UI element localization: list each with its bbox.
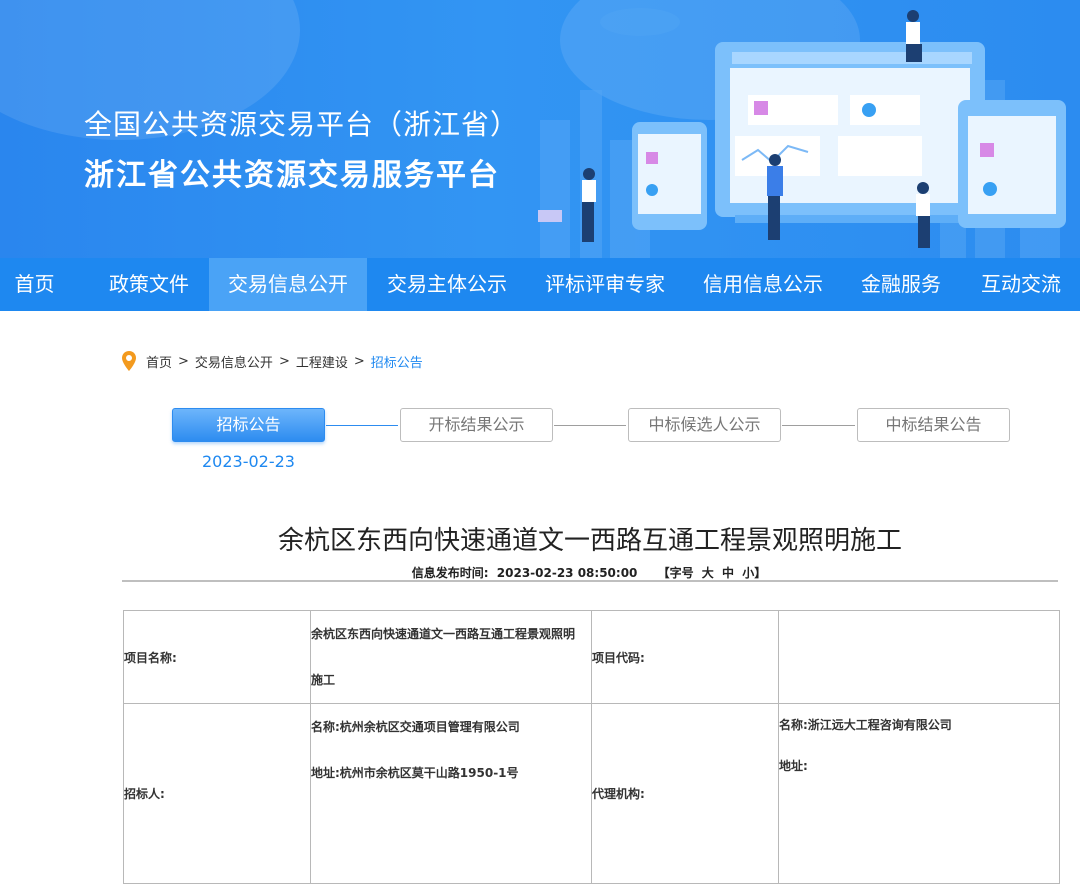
project-info-table: 项目名称: 余杭区东西向快速通道文一西路互通工程景观照明 施工 项目代码: 招标… — [123, 610, 1060, 884]
banner-title-provincial: 浙江省公共资源交易服务平台 — [84, 158, 500, 193]
nav-item-interaction[interactable]: 互动交流 — [981, 258, 1080, 311]
project-name-label: 项目名称: — [123, 610, 311, 704]
step-connector — [554, 425, 626, 426]
font-size-control: 【字号 大 中 小】 — [656, 566, 769, 580]
article-title: 余杭区东西向快速通道文一西路互通工程景观照明施工 — [277, 526, 902, 556]
header-banner: 全国公共资源交易平台（浙江省） 浙江省公共资源交易服务平台 — [0, 0, 1080, 258]
agency-name: 名称:浙江远大工程咨询有限公司 — [779, 718, 952, 732]
nav-item-policy[interactable]: 政策文件 — [109, 258, 189, 311]
breadcrumb-current[interactable]: 招标公告 — [371, 352, 423, 371]
nav-item-home[interactable]: 首页 — [0, 258, 69, 311]
title-divider — [122, 580, 1058, 582]
breadcrumb-separator: > — [278, 353, 290, 369]
nav-item-experts[interactable]: 评标评审专家 — [545, 258, 665, 311]
main-nav: 首页 政策文件 交易信息公开 交易主体公示 评标评审专家 信用信息公示 金融服务… — [0, 258, 1080, 311]
font-size-label: 【字号 — [657, 566, 694, 580]
breadcrumb: 首页 > 交易信息公开 > 工程建设 > 招标公告 — [122, 350, 423, 372]
step-candidates[interactable]: 中标候选人公示 — [628, 408, 781, 442]
nav-item-credit[interactable]: 信用信息公示 — [703, 258, 823, 311]
tenderer-name: 名称:杭州余杭区交通项目管理有限公司 — [311, 720, 520, 734]
table-row: 项目名称: 余杭区东西向快速通道文一西路互通工程景观照明 施工 项目代码: — [123, 610, 1060, 704]
project-name-line2: 施工 — [311, 673, 336, 687]
step-connector — [782, 425, 855, 426]
tenderer-address: 地址:杭州市余杭区莫干山路1950-1号 — [311, 766, 519, 780]
tenderer-value: 名称:杭州余杭区交通项目管理有限公司 地址:杭州市余杭区莫干山路1950-1号 — [310, 703, 592, 884]
nav-item-trade-info[interactable]: 交易信息公开 — [209, 258, 367, 311]
banner-illustration — [538, 8, 1066, 258]
step-date: 2023-02-23 — [202, 452, 295, 471]
breadcrumb-separator: > — [178, 353, 189, 369]
font-size-medium-button[interactable]: 中 — [722, 566, 734, 580]
breadcrumb-engineering[interactable]: 工程建设 — [296, 352, 348, 371]
article-meta: 信息发布时间: 2023-02-23 08:50:00 【字号 大 中 小】 — [122, 564, 1058, 581]
project-code-label: 项目代码: — [591, 610, 779, 704]
breadcrumb-trade-info[interactable]: 交易信息公开 — [195, 352, 273, 371]
publish-time-label: 信息发布时间: — [411, 566, 489, 580]
agency-address: 地址: — [779, 759, 808, 773]
tenderer-label: 招标人: — [123, 703, 311, 884]
step-tender-notice[interactable]: 招标公告 — [172, 408, 325, 442]
process-steps: 招标公告 开标结果公示 中标候选人公示 中标结果公告 2023-02-23 — [0, 408, 1080, 478]
step-award-result[interactable]: 中标结果公告 — [857, 408, 1010, 442]
nav-item-finance[interactable]: 金融服务 — [861, 258, 941, 311]
project-name-line1: 余杭区东西向快速通道文一西路互通工程景观照明 — [311, 627, 576, 641]
banner-title-national: 全国公共资源交易平台（浙江省） — [84, 108, 520, 141]
font-size-large-button[interactable]: 大 — [702, 566, 714, 580]
step-connector — [326, 425, 398, 426]
table-row: 招标人: 名称:杭州余杭区交通项目管理有限公司 地址:杭州市余杭区莫干山路195… — [123, 703, 1060, 884]
project-code-value — [778, 610, 1060, 704]
step-bid-opening[interactable]: 开标结果公示 — [400, 408, 553, 442]
nav-item-trade-subject[interactable]: 交易主体公示 — [387, 258, 507, 311]
agency-value: 名称:浙江远大工程咨询有限公司 地址: — [778, 703, 1060, 884]
publish-time: 2023-02-23 08:50:00 — [496, 566, 638, 580]
agency-label: 代理机构: — [591, 703, 779, 884]
breadcrumb-separator: > — [353, 353, 365, 369]
location-pin-icon — [122, 351, 136, 371]
font-size-small-button[interactable]: 小】 — [742, 566, 766, 580]
breadcrumb-home[interactable]: 首页 — [146, 352, 172, 371]
project-name-value: 余杭区东西向快速通道文一西路互通工程景观照明 施工 — [310, 610, 592, 704]
